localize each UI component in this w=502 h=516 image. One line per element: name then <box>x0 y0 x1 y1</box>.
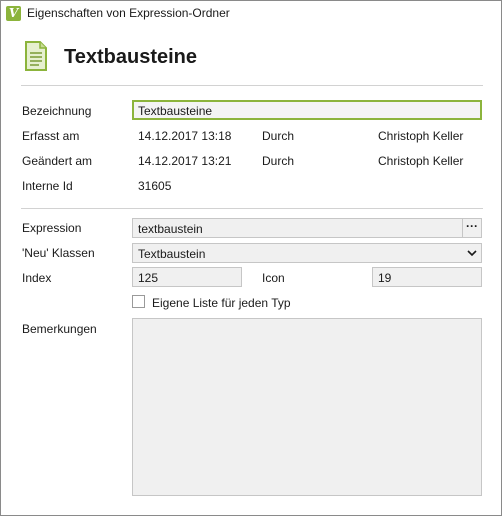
bezeichnung-input[interactable]: Textbausteine <box>132 100 482 120</box>
erfasst-label: Erfasst am <box>22 129 80 143</box>
geaendert-durch-value: Christoph Keller <box>378 154 464 168</box>
expression-field[interactable]: textbaustein ··· <box>132 218 482 238</box>
erfasst-datum: 14.12.2017 13:18 <box>138 129 232 143</box>
geaendert-datum: 14.12.2017 13:21 <box>138 154 232 168</box>
erfasst-durch-value: Christoph Keller <box>378 129 464 143</box>
separator-top <box>21 85 483 86</box>
bezeichnung-label: Bezeichnung <box>22 104 92 118</box>
icon-label: Icon <box>262 271 285 285</box>
page-title: Textbausteine <box>64 46 197 68</box>
expression-value: textbaustein <box>138 222 203 236</box>
interne-id-label: Interne Id <box>22 179 73 193</box>
properties-dialog: V Eigenschaften von Expression-Ordner Te… <box>0 0 502 516</box>
expression-browse-button[interactable]: ··· <box>462 219 481 237</box>
neu-klassen-label: 'Neu' Klassen <box>22 246 95 260</box>
geaendert-label: Geändert am <box>22 154 93 168</box>
neu-klassen-value: Textbaustein <box>138 247 206 261</box>
document-icon <box>25 41 47 71</box>
neu-klassen-select[interactable]: Textbaustein <box>132 243 482 263</box>
eigene-liste-checkbox[interactable] <box>132 295 145 308</box>
chevron-down-icon[interactable] <box>463 244 481 262</box>
index-input[interactable]: 125 <box>132 267 242 287</box>
geaendert-durch-label: Durch <box>262 154 295 168</box>
app-logo-letter: V <box>8 6 19 20</box>
bemerkungen-textarea[interactable] <box>132 318 482 496</box>
interne-id-value: 31605 <box>138 179 172 193</box>
bemerkungen-label: Bemerkungen <box>22 322 97 336</box>
icon-input[interactable]: 19 <box>372 267 482 287</box>
title-bar: V Eigenschaften von Expression-Ordner <box>1 1 501 27</box>
separator-middle <box>21 208 483 209</box>
window-title: Eigenschaften von Expression-Ordner <box>27 6 230 20</box>
erfasst-durch-label: Durch <box>262 129 295 143</box>
expression-label: Expression <box>22 221 82 235</box>
eigene-liste-label[interactable]: Eigene Liste für jeden Typ <box>152 296 291 310</box>
app-logo-icon: V <box>6 6 21 21</box>
index-label: Index <box>22 271 52 285</box>
